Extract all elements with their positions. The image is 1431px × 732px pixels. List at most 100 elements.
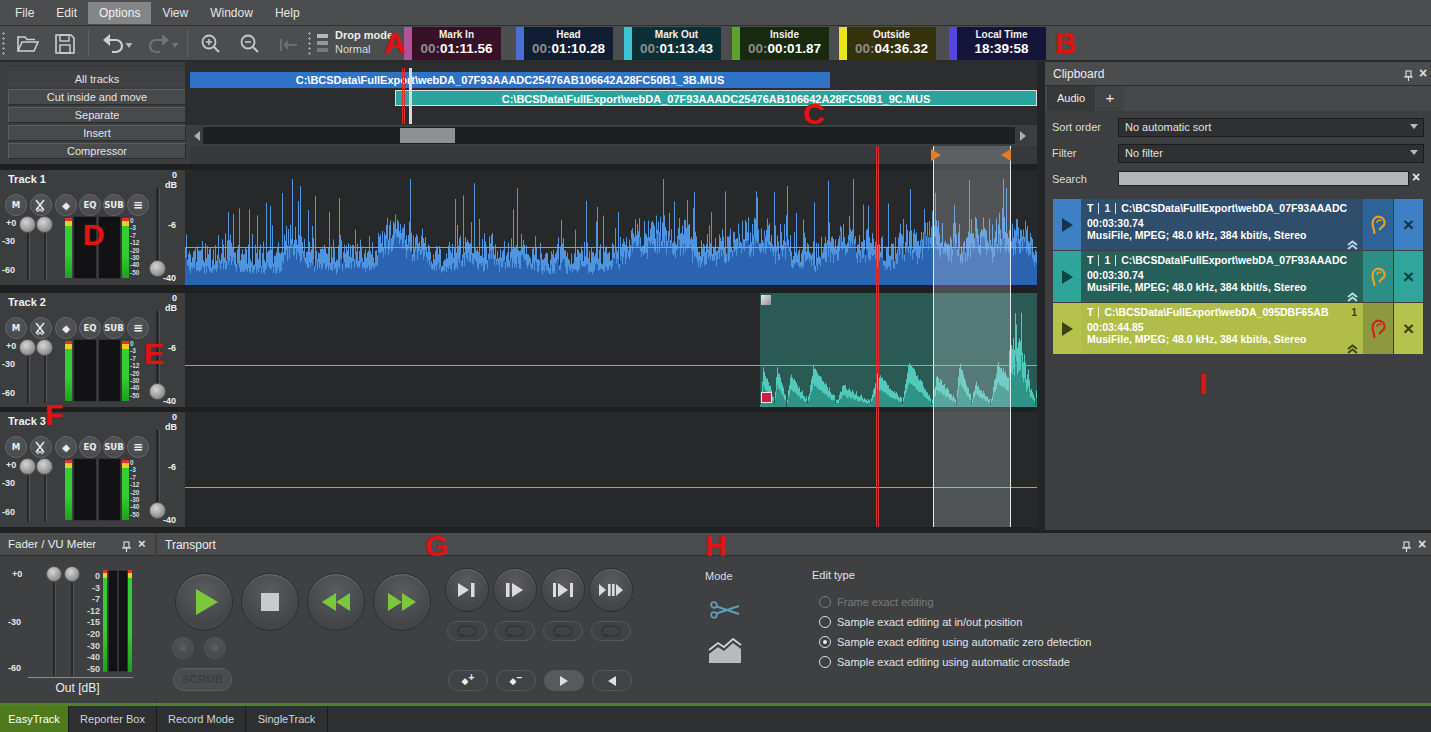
- tab-add[interactable]: +: [1096, 86, 1124, 111]
- track1-envelope[interactable]: [185, 247, 1037, 248]
- search-clear-icon[interactable]: ×: [1412, 169, 1420, 185]
- loop-button[interactable]: [495, 621, 535, 641]
- output-fader-right[interactable]: [64, 566, 80, 582]
- play-button[interactable]: [175, 573, 233, 631]
- menu-window[interactable]: Window: [199, 2, 264, 24]
- pin-icon[interactable]: [121, 539, 132, 551]
- pin-icon[interactable]: [1401, 539, 1412, 551]
- sidebar-compressor[interactable]: Compressor: [8, 143, 186, 159]
- clipboard-item[interactable]: T1C:\BCSData\FullExport\webDA_07F93AAADC…: [1053, 199, 1423, 250]
- volume-slider-right[interactable]: [36, 458, 53, 475]
- sub-button[interactable]: SUB: [103, 436, 125, 458]
- close-icon[interactable]: ×: [1418, 537, 1426, 551]
- menu-edit[interactable]: Edit: [45, 2, 88, 24]
- menu-options[interactable]: Options: [88, 2, 151, 24]
- mute-button[interactable]: M: [5, 194, 27, 216]
- undo-icon[interactable]: [98, 31, 132, 57]
- drop-mode-value[interactable]: Normal: [335, 43, 370, 55]
- selection-in-marker[interactable]: [931, 149, 941, 161]
- sidebar-all-tracks[interactable]: All tracks: [8, 71, 186, 87]
- sub-button[interactable]: SUB: [103, 194, 125, 216]
- clip-handle-top[interactable]: [761, 295, 771, 305]
- clip-info[interactable]: TC:\BCSData\FullExport\webDA_095DBF65AB1…: [1081, 303, 1363, 354]
- close-icon[interactable]: ×: [1419, 66, 1427, 80]
- zoom-in-icon[interactable]: [198, 31, 224, 57]
- close-icon[interactable]: ×: [138, 537, 146, 551]
- filter-select[interactable]: No filter: [1118, 144, 1424, 163]
- collapse-icon[interactable]: [1346, 237, 1359, 248]
- tab-easytrack[interactable]: EasyTrack: [0, 706, 69, 732]
- timeline-ruler[interactable]: [190, 146, 1037, 164]
- skip-forward-button[interactable]: »: [204, 637, 226, 659]
- clip-play-button[interactable]: [1053, 303, 1081, 354]
- output-fader-left[interactable]: [46, 566, 62, 582]
- overview-cursor[interactable]: [409, 68, 412, 124]
- scrollbar-thumb[interactable]: [400, 128, 455, 143]
- cut-button[interactable]: [30, 194, 52, 216]
- playhead[interactable]: [876, 146, 879, 527]
- toolbar-grip[interactable]: [308, 31, 311, 57]
- skip-back-button[interactable]: «: [172, 637, 194, 659]
- eq-button[interactable]: EQ: [79, 317, 101, 339]
- tab-audio[interactable]: Audio: [1047, 86, 1095, 111]
- tab-record-mode[interactable]: Record Mode: [157, 706, 246, 732]
- overview-clip-2[interactable]: C:\BCSData\FullExport\webDA_07F93AAADC25…: [395, 90, 1037, 106]
- sub-button[interactable]: SUB: [103, 317, 125, 339]
- selection-out-marker[interactable]: [1001, 149, 1011, 161]
- tab-reporter-box[interactable]: Reporter Box: [69, 706, 157, 732]
- scrub-button[interactable]: SCRUB: [173, 668, 232, 691]
- clipboard-item[interactable]: T1C:\BCSData\FullExport\webDA_07F93AAADC…: [1053, 251, 1423, 302]
- collapse-icon[interactable]: [1346, 289, 1359, 300]
- open-file-icon[interactable]: [14, 31, 40, 57]
- cut-button[interactable]: [30, 436, 52, 458]
- selection-region[interactable]: [933, 146, 1011, 527]
- pin-icon[interactable]: [1403, 68, 1414, 80]
- volume-slider-left[interactable]: [19, 216, 36, 233]
- remove-clip-icon[interactable]: ×: [1394, 199, 1423, 250]
- clip-handle-bottom[interactable]: [761, 392, 772, 403]
- mute-button[interactable]: M: [5, 436, 27, 458]
- marker-button[interactable]: ◆: [55, 317, 77, 339]
- radio-edit-type[interactable]: [819, 596, 831, 608]
- track3-envelope[interactable]: [185, 487, 1037, 488]
- tab-singletrack[interactable]: SingleTrack: [246, 706, 328, 732]
- play-around-cut-button[interactable]: [589, 568, 633, 612]
- remove-marker-button[interactable]: ◆−: [496, 670, 536, 691]
- clipboard-item[interactable]: TC:\BCSData\FullExport\webDA_095DBF65AB1…: [1053, 303, 1423, 354]
- collapse-icon[interactable]: [1346, 341, 1359, 352]
- mute-button[interactable]: M: [5, 317, 27, 339]
- eq-button[interactable]: EQ: [79, 194, 101, 216]
- eq-button[interactable]: EQ: [79, 436, 101, 458]
- cut-mode-icon[interactable]: [710, 598, 742, 626]
- sort-order-select[interactable]: No automatic sort: [1118, 118, 1424, 137]
- scroll-left-button[interactable]: [190, 127, 203, 144]
- volume-slider-right[interactable]: [36, 339, 53, 356]
- prelisten-icon[interactable]: [1363, 251, 1393, 302]
- track1-waveform[interactable]: [185, 170, 1037, 285]
- insert-mode-icon[interactable]: [276, 31, 302, 57]
- play-from-mark-button[interactable]: [493, 568, 537, 612]
- loop-button[interactable]: [591, 621, 631, 641]
- radio-edit-type[interactable]: [819, 656, 831, 668]
- save-icon[interactable]: [52, 31, 78, 57]
- scroll-right-button[interactable]: [1016, 127, 1029, 144]
- track-menu-button[interactable]: ≡: [127, 317, 149, 339]
- fast-forward-button[interactable]: [373, 573, 431, 631]
- track3-lane[interactable]: [185, 412, 1037, 527]
- volume-slider-right[interactable]: [36, 216, 53, 233]
- loop-button[interactable]: [543, 621, 583, 641]
- add-marker-button[interactable]: ◆+: [448, 670, 488, 691]
- stop-button[interactable]: [241, 573, 299, 631]
- remove-clip-icon[interactable]: ×: [1394, 251, 1423, 302]
- menu-file[interactable]: File: [4, 2, 45, 24]
- sidebar-cut-inside-move[interactable]: Cut inside and move: [8, 89, 186, 105]
- prelisten-icon[interactable]: [1363, 199, 1393, 250]
- cut-button[interactable]: [30, 317, 52, 339]
- search-input[interactable]: [1118, 171, 1409, 186]
- overview-clip-1[interactable]: C:\BCSData\FullExport\webDA_07F93AAADC25…: [190, 72, 830, 88]
- play-selection-button[interactable]: [541, 568, 585, 612]
- clip-play-button[interactable]: [1053, 199, 1081, 250]
- marker-button[interactable]: ◆: [55, 436, 77, 458]
- marker-button[interactable]: ◆: [55, 194, 77, 216]
- menu-view[interactable]: View: [151, 2, 199, 24]
